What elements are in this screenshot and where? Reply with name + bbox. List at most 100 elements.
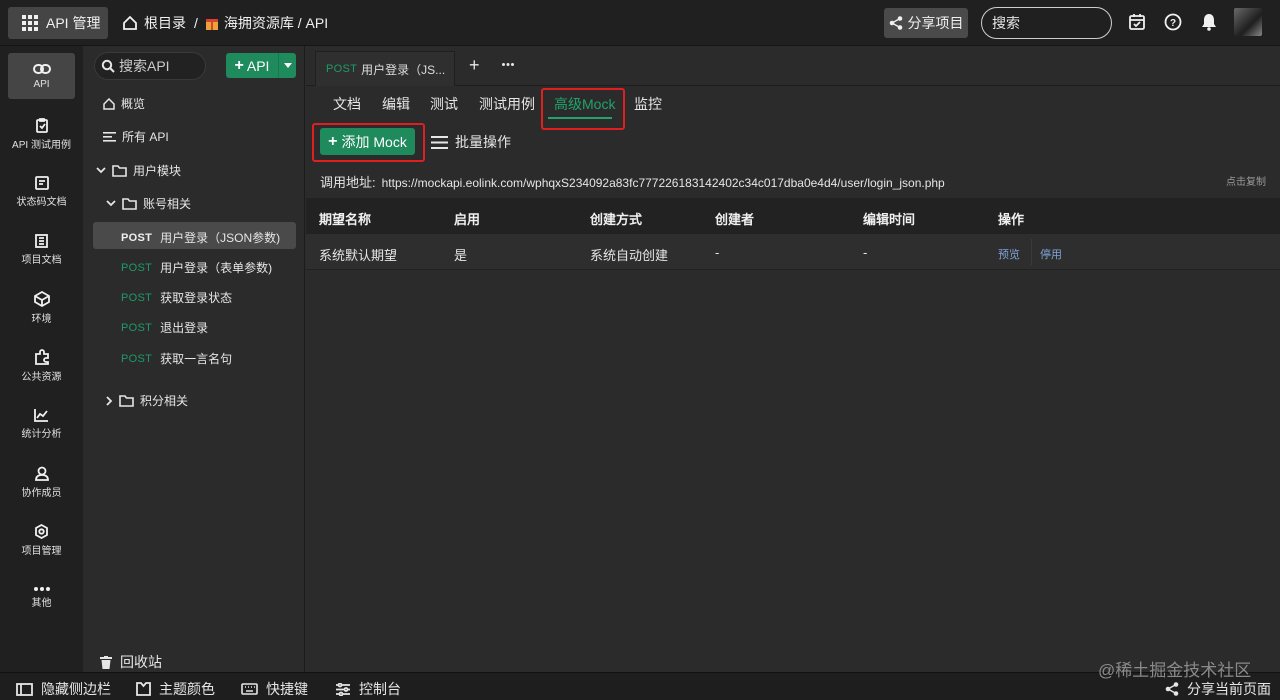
mock-url-value[interactable]: https://mockapi.eolink.com/wphqxS234092a… [382, 176, 945, 190]
console-button[interactable]: 控制台 [335, 679, 401, 699]
copy-url-link[interactable]: 点击复制 [1226, 173, 1266, 188]
shortcuts-button[interactable]: 快捷键 [241, 679, 308, 699]
rail-item-statistics[interactable]: 统计分析 [8, 401, 75, 447]
tab-docs[interactable]: 文档 [333, 94, 361, 114]
trash-bin[interactable]: 回收站 [100, 652, 162, 672]
share-project-button[interactable]: 分享项目 [884, 8, 968, 38]
rail-item-status-codes[interactable]: 状态码文档 [8, 169, 75, 215]
share-icon [1165, 682, 1179, 696]
trash-icon [100, 655, 112, 669]
hide-sidebar-button[interactable]: 隐藏侧边栏 [16, 679, 111, 699]
avatar[interactable] [1234, 8, 1262, 36]
tree-group-account[interactable]: 账号相关 [106, 195, 191, 212]
breadcrumb-root[interactable]: 根目录 [144, 13, 186, 33]
rail-item-label: 其他 [31, 598, 52, 609]
link-icon [32, 62, 51, 76]
svg-text:?: ? [1170, 18, 1176, 29]
app-title: API 管理 [46, 15, 101, 31]
api-item-label: 用户登录（JSON参数) [160, 231, 281, 245]
sidebar-icon [16, 682, 33, 696]
settings-icon [34, 523, 49, 539]
rail-item-project-management[interactable]: 项目管理 [8, 517, 75, 563]
cell-name: 系统默认期望 [319, 248, 398, 263]
rail-item-members[interactable]: 协作成员 [8, 459, 75, 505]
open-api-tab[interactable]: POST 用户登录（JS... [315, 51, 455, 86]
column-header: 操作 [998, 212, 1025, 227]
top-bar: API 管理 根目录 / 海拥资源库 / API 分享项目 搜索 ? [0, 0, 1280, 46]
share-project-label: 分享项目 [907, 15, 964, 31]
caret-down-icon [283, 63, 292, 68]
chevron-down-icon [96, 167, 106, 174]
clipboard-icon [35, 117, 48, 133]
rail-item-api-test-cases[interactable]: API 测试用例 [8, 111, 75, 157]
rail-item-label: 统计分析 [21, 429, 62, 440]
breadcrumb-project[interactable]: 海拥资源库 / API [224, 13, 328, 33]
rail-item-environment[interactable]: 环境 [8, 285, 75, 331]
api-item-label: 获取登录状态 [160, 291, 233, 305]
rail-item-project-docs[interactable]: 项目文档 [8, 227, 75, 273]
code-doc-icon [34, 176, 49, 190]
api-item-quote[interactable]: POST 获取一言名句 [121, 350, 232, 367]
rail-item-other[interactable]: 其他 [8, 575, 75, 621]
rail-item-public-resources[interactable]: 公共资源 [8, 343, 75, 389]
new-tab-plus-icon[interactable]: + [469, 55, 480, 76]
cell-creator: - [715, 245, 720, 260]
preview-link[interactable]: 预览 [998, 246, 1020, 262]
rail-item-label: 环境 [31, 314, 52, 325]
theme-color-label: 主题颜色 [159, 681, 215, 697]
tree-item-all-api[interactable]: 所有 API [103, 128, 169, 145]
column-header: 创建方式 [590, 212, 643, 227]
theme-color-button[interactable]: 主题颜色 [136, 679, 215, 699]
tree-group-label: 用户模块 [133, 164, 182, 178]
help-icon[interactable]: ? [1164, 13, 1184, 33]
rail-item-label: API [33, 79, 50, 90]
tree-group-label: 账号相关 [143, 197, 192, 211]
api-item-label: 用户登录（表单参数) [160, 261, 273, 275]
menu-icon [431, 135, 448, 149]
calendar-check-icon[interactable] [1128, 13, 1148, 33]
batch-operations-button[interactable]: 批量操作 [431, 132, 511, 152]
tab-test-cases[interactable]: 测试用例 [479, 94, 535, 114]
app-menu-button[interactable]: API 管理 [8, 7, 108, 39]
tree-item-label: 所有 API [122, 130, 169, 144]
api-item-logout[interactable]: POST 退出登录 [121, 319, 208, 336]
chevron-down-icon [106, 200, 116, 207]
api-subtabs: 文档 编辑 测试 测试用例 高级Mock 监控 [306, 94, 1280, 122]
add-api-main[interactable]: + API [226, 53, 278, 78]
disable-link[interactable]: 停用 [1040, 246, 1062, 262]
cell-edit-time: - [863, 245, 868, 260]
tree-group-user-module[interactable]: 用户模块 [96, 162, 181, 179]
api-item-login-status[interactable]: POST 获取登录状态 [121, 289, 232, 306]
tree-item-overview[interactable]: 概览 [103, 95, 145, 112]
cell-create-method: 系统自动创建 [590, 248, 669, 263]
add-api-button[interactable]: + API [226, 53, 296, 78]
add-api-dropdown[interactable] [278, 53, 296, 78]
rail-item-api[interactable]: API [8, 53, 75, 99]
api-item-label: 退出登录 [160, 321, 209, 335]
rail-item-label: API 测试用例 [12, 139, 71, 151]
api-item-login-json[interactable]: POST 用户登录（JSON参数) [121, 229, 280, 246]
bell-icon[interactable] [1200, 13, 1220, 33]
tab-more-icon[interactable] [502, 63, 514, 66]
method-badge: POST [121, 261, 153, 274]
tree-group-points[interactable]: 积分相关 [106, 392, 188, 409]
console-label: 控制台 [359, 681, 401, 697]
shirt-icon [136, 682, 151, 696]
tab-edit[interactable]: 编辑 [382, 94, 410, 114]
document-tab-strip: POST 用户登录（JS... + [306, 46, 1280, 86]
tab-monitor[interactable]: 监控 [634, 94, 662, 114]
cell-enabled: 是 [454, 248, 468, 263]
breadcrumb: 根目录 / 海拥资源库 / API [122, 13, 328, 33]
list-icon [103, 131, 116, 142]
api-tree-panel: 搜索API + API 概览 所有 API 用户模块 账号相关 POST 用户登… [84, 46, 305, 672]
tab-test[interactable]: 测试 [430, 94, 458, 114]
column-header: 启用 [454, 212, 481, 227]
api-search-input[interactable]: 搜索API [94, 52, 206, 80]
api-item-login-form[interactable]: POST 用户登录（表单参数) [121, 259, 272, 276]
share-page-button[interactable]: 分享当前页面 [1165, 679, 1271, 699]
more-icon [33, 587, 50, 591]
book-icon [35, 234, 48, 248]
global-search-input[interactable]: 搜索 [981, 7, 1112, 39]
mock-url-row: 调用地址: https://mockapi.eolink.com/wphqxS23… [320, 172, 945, 191]
method-badge: POST [326, 63, 358, 75]
